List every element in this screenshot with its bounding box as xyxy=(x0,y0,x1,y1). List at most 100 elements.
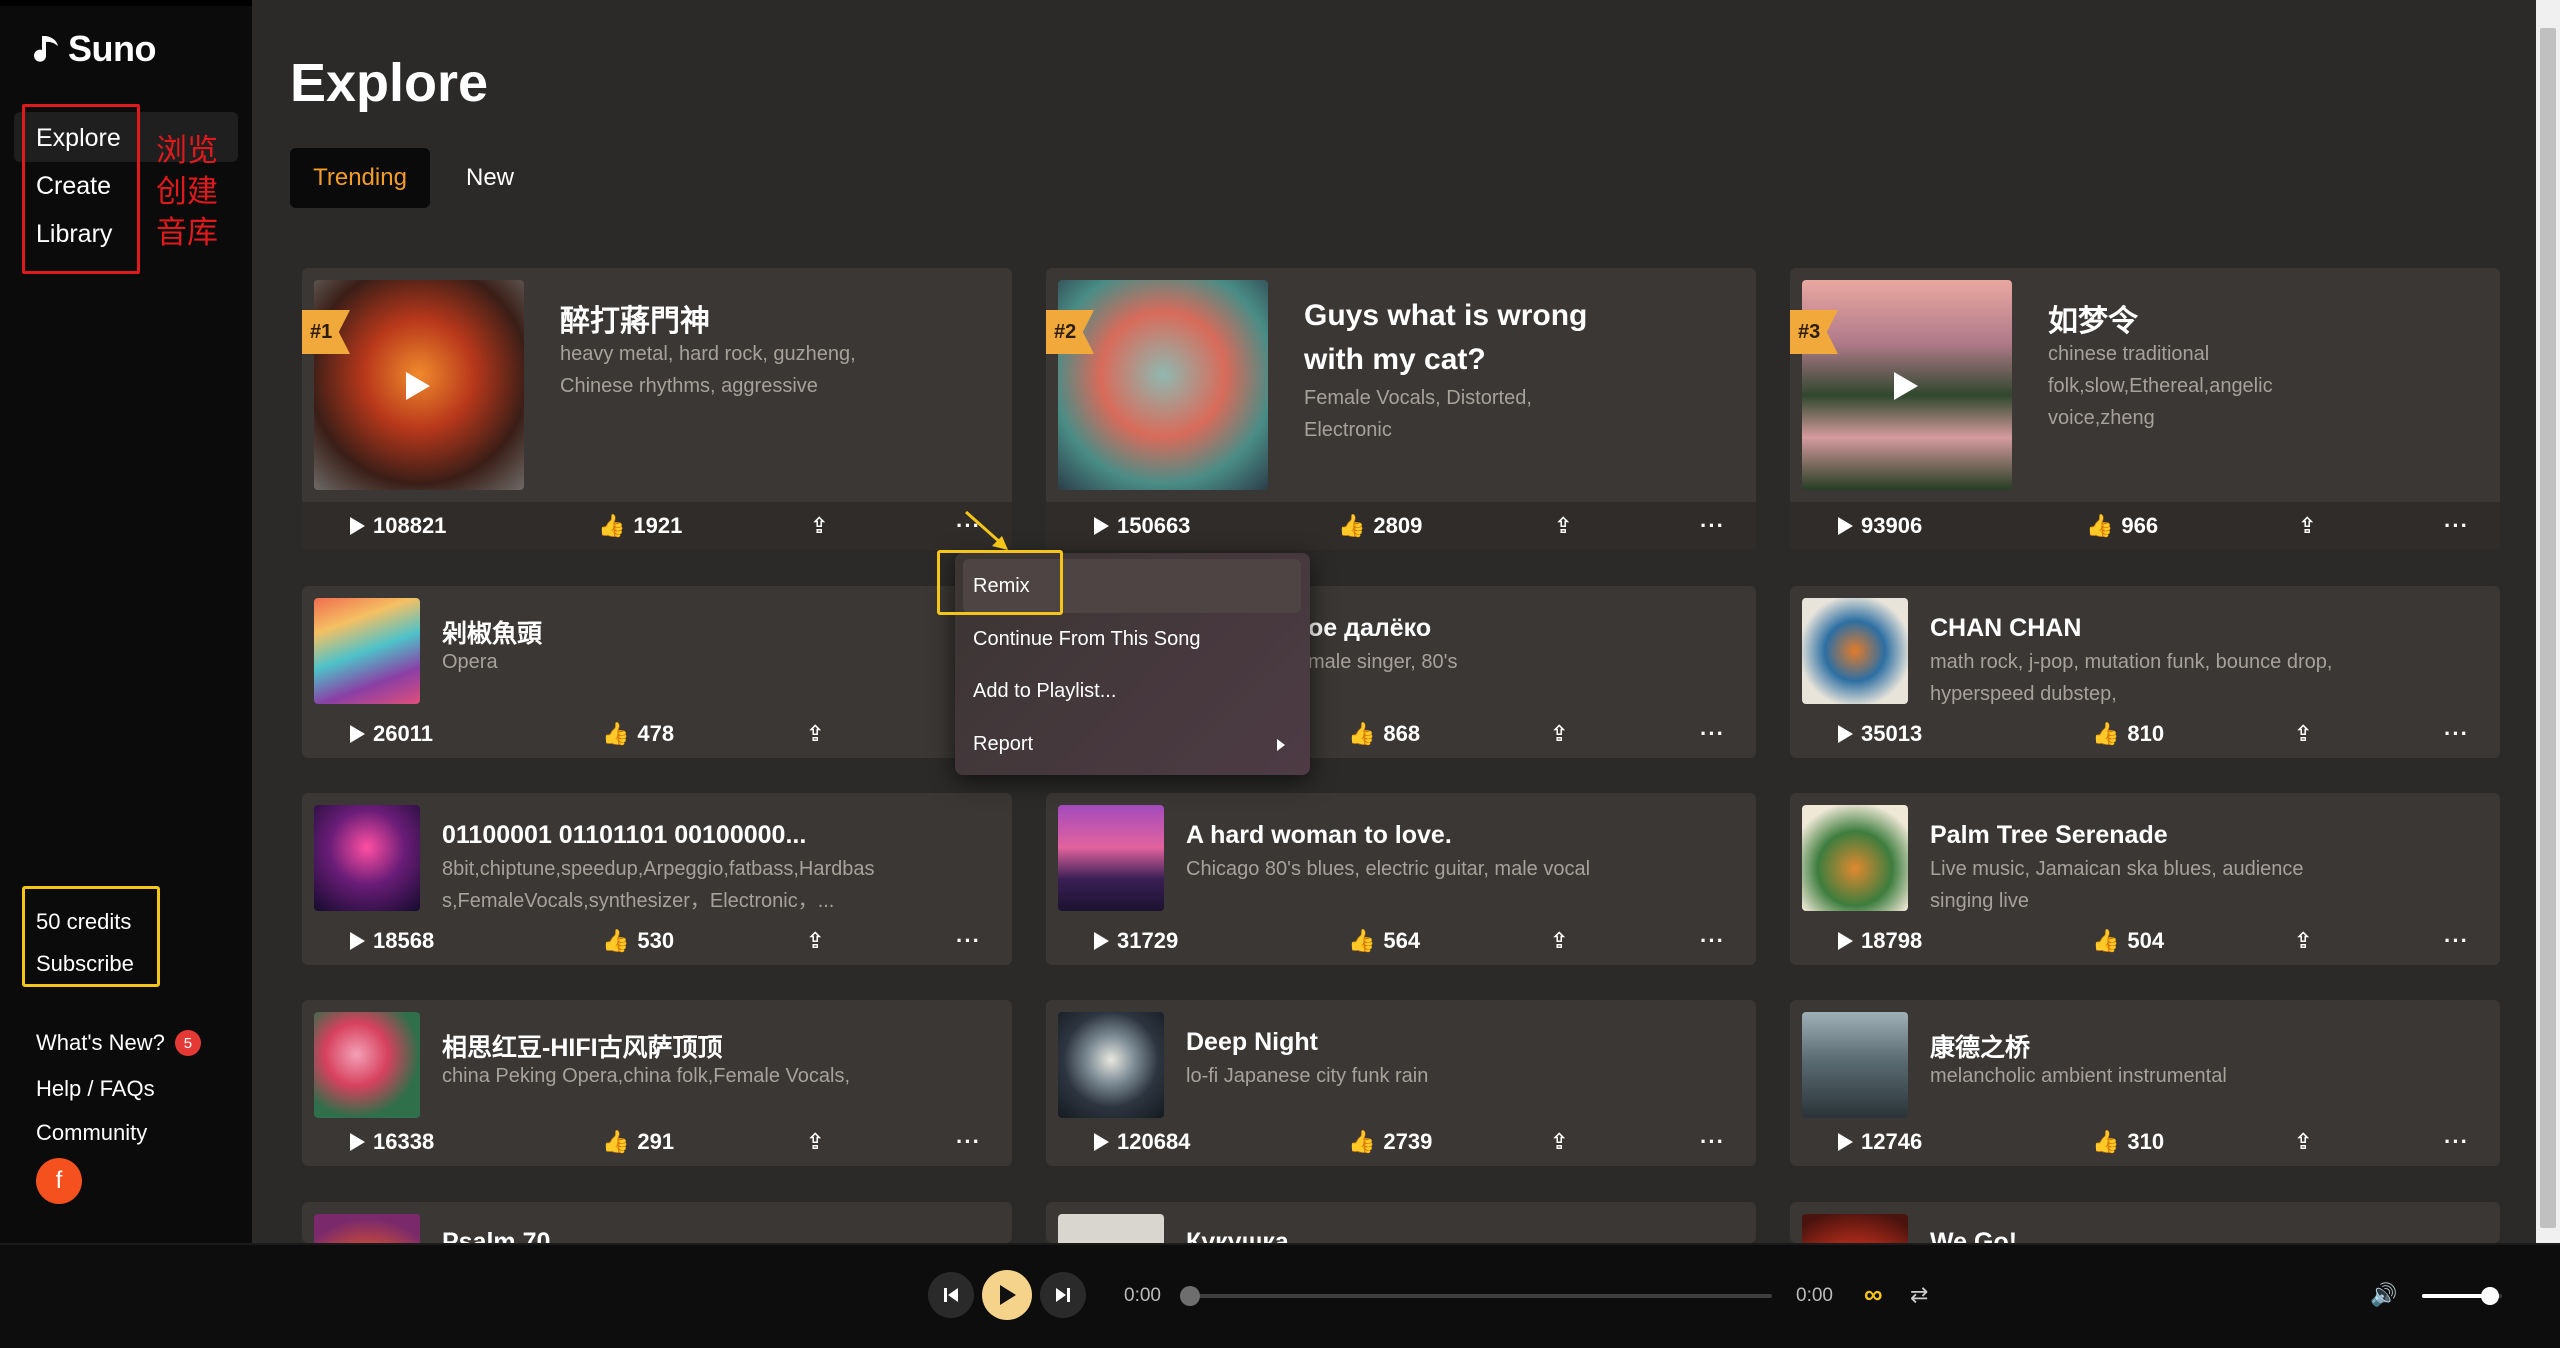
song-cover[interactable] xyxy=(314,1012,420,1118)
song-cover[interactable] xyxy=(1058,805,1164,911)
like-count[interactable]: 👍 868 xyxy=(1348,721,1420,747)
community-link[interactable]: Community xyxy=(36,1120,147,1146)
like-count[interactable]: 👍 1921 xyxy=(598,513,682,539)
song-title[interactable]: Psalm 70 xyxy=(442,1228,550,1243)
song-card[interactable]: #2 Guys what is wrong with my cat? Femal… xyxy=(1046,268,1756,550)
more-icon[interactable]: ··· xyxy=(1700,721,1725,747)
song-card[interactable]: 01100001 01101101 00100000... 8bit,chipt… xyxy=(302,793,1012,965)
share-icon[interactable]: ⇪ xyxy=(1554,513,1572,539)
more-icon[interactable]: ··· xyxy=(1700,1129,1725,1155)
play-count[interactable]: 18798 xyxy=(1838,928,1922,954)
skip-forward-button[interactable] xyxy=(1040,1272,1086,1318)
more-icon[interactable]: ··· xyxy=(956,1129,981,1155)
share-icon[interactable]: ⇪ xyxy=(1550,1129,1568,1155)
shuffle-icon[interactable]: ⇄ xyxy=(1910,1282,1928,1308)
menu-item-continue[interactable]: Continue From This Song xyxy=(973,628,1201,651)
song-title[interactable]: Palm Tree Serenade xyxy=(1930,821,2168,850)
play-count[interactable]: 31729 xyxy=(1094,928,1178,954)
song-title[interactable]: ое далёко xyxy=(1308,614,1431,643)
song-title[interactable]: A hard woman to love. xyxy=(1186,821,1452,850)
song-cover[interactable] xyxy=(1802,805,1908,911)
like-count[interactable]: 👍 530 xyxy=(602,928,674,954)
song-card[interactable]: 相思红豆-HIFI古风萨顶顶 china Peking Opera,china … xyxy=(302,1000,1012,1166)
song-card[interactable]: 剁椒魚頭 Opera 26011 👍 478 ⇪ xyxy=(302,586,1012,758)
play-count[interactable]: 150663 xyxy=(1094,513,1190,539)
share-icon[interactable]: ⇪ xyxy=(2294,721,2312,747)
song-card[interactable]: #1 醉打蔣門神 heavy metal, hard rock, guzheng… xyxy=(302,268,1012,550)
song-title[interactable]: CHAN CHAN xyxy=(1930,614,2081,643)
more-icon[interactable]: ··· xyxy=(2444,928,2469,954)
volume-knob[interactable] xyxy=(2481,1287,2499,1305)
song-cover[interactable] xyxy=(1058,1214,1164,1243)
tab-new[interactable]: New xyxy=(448,148,532,208)
share-icon[interactable]: ⇪ xyxy=(1550,928,1568,954)
song-card[interactable]: #3 如梦令 chinese traditional folk,slow,Eth… xyxy=(1790,268,2500,550)
song-cover[interactable] xyxy=(1058,1012,1164,1118)
like-count[interactable]: 👍 966 xyxy=(2086,513,2158,539)
song-title[interactable]: Deep Night xyxy=(1186,1028,1318,1057)
volume-icon[interactable]: 🔊 xyxy=(2370,1282,2397,1308)
song-card[interactable]: 康德之桥 melancholic ambient instrumental 12… xyxy=(1790,1000,2500,1166)
song-card[interactable]: Кукушка xyxy=(1046,1202,1756,1243)
loop-icon[interactable]: ∞ xyxy=(1864,1279,1883,1310)
share-icon[interactable]: ⇪ xyxy=(2294,928,2312,954)
share-icon[interactable]: ⇪ xyxy=(806,928,824,954)
more-icon[interactable]: ··· xyxy=(1700,513,1725,539)
song-title[interactable]: 如梦令 xyxy=(2048,296,2138,340)
play-count[interactable]: 18568 xyxy=(350,928,434,954)
song-cover[interactable] xyxy=(1802,1214,1908,1243)
song-cover[interactable] xyxy=(314,598,420,704)
progress-track[interactable] xyxy=(1190,1294,1772,1298)
share-icon[interactable]: ⇪ xyxy=(806,1129,824,1155)
play-count[interactable]: 12746 xyxy=(1838,1129,1922,1155)
play-button[interactable] xyxy=(982,1270,1032,1320)
share-icon[interactable]: ⇪ xyxy=(810,513,828,539)
song-title[interactable]: 剁椒魚頭 xyxy=(442,614,542,650)
song-title[interactable]: Guys what is wrong with my cat? xyxy=(1304,294,1587,382)
song-title[interactable]: 相思红豆-HIFI古风萨顶顶 xyxy=(442,1028,723,1064)
song-title[interactable]: 康德之桥 xyxy=(1930,1028,2030,1064)
share-icon[interactable]: ⇪ xyxy=(2294,1129,2312,1155)
scrollbar-thumb[interactable] xyxy=(2540,28,2556,1228)
song-card[interactable]: A hard woman to love. Chicago 80's blues… xyxy=(1046,793,1756,965)
like-count[interactable]: 👍 478 xyxy=(602,721,674,747)
skip-back-button[interactable] xyxy=(928,1272,974,1318)
menu-item-add-to-playlist[interactable]: Add to Playlist... xyxy=(973,680,1116,703)
share-icon[interactable]: ⇪ xyxy=(2298,513,2316,539)
menu-item-report[interactable]: Report xyxy=(973,733,1033,756)
song-title[interactable]: 01100001 01101101 00100000... xyxy=(442,821,806,850)
like-count[interactable]: 👍 2809 xyxy=(1338,513,1422,539)
more-icon[interactable]: ··· xyxy=(2444,1129,2469,1155)
share-icon[interactable]: ⇪ xyxy=(806,721,824,747)
like-count[interactable]: 👍 810 xyxy=(2092,721,2164,747)
tab-trending[interactable]: Trending xyxy=(290,148,430,208)
more-icon[interactable]: ··· xyxy=(1700,928,1725,954)
play-count[interactable]: 108821 xyxy=(350,513,446,539)
subscribe-link[interactable]: Subscribe xyxy=(36,951,134,977)
song-title[interactable]: We Go! xyxy=(1930,1228,2017,1243)
play-count[interactable]: 35013 xyxy=(1838,721,1922,747)
like-count[interactable]: 👍 291 xyxy=(602,1129,674,1155)
play-count[interactable]: 16338 xyxy=(350,1129,434,1155)
help-link[interactable]: Help / FAQs xyxy=(36,1076,155,1102)
play-count[interactable]: 93906 xyxy=(1838,513,1922,539)
song-card[interactable]: CHAN CHAN math rock, j-pop, mutation fun… xyxy=(1790,586,2500,758)
like-count[interactable]: 👍 564 xyxy=(1348,928,1420,954)
more-icon[interactable]: ··· xyxy=(956,928,981,954)
play-count[interactable]: 26011 xyxy=(350,721,433,747)
song-title[interactable]: 醉打蔣門神 xyxy=(560,296,710,340)
whats-new-link[interactable]: What's New? 5 xyxy=(36,1030,201,1056)
like-count[interactable]: 👍 504 xyxy=(2092,928,2164,954)
song-card[interactable]: Deep Night lo-fi Japanese city funk rain… xyxy=(1046,1000,1756,1166)
user-avatar[interactable]: f xyxy=(36,1158,82,1204)
song-card[interactable]: Psalm 70 xyxy=(302,1202,1012,1243)
share-icon[interactable]: ⇪ xyxy=(1550,721,1568,747)
song-title[interactable]: Кукушка xyxy=(1186,1228,1289,1243)
song-cover[interactable] xyxy=(314,1214,420,1243)
song-cover[interactable] xyxy=(1802,1012,1908,1118)
song-card[interactable]: We Go! xyxy=(1790,1202,2500,1243)
like-count[interactable]: 👍 2739 xyxy=(1348,1129,1432,1155)
play-count[interactable]: 120684 xyxy=(1094,1129,1190,1155)
song-card[interactable]: Palm Tree Serenade Live music, Jamaican … xyxy=(1790,793,2500,965)
like-count[interactable]: 👍 310 xyxy=(2092,1129,2164,1155)
